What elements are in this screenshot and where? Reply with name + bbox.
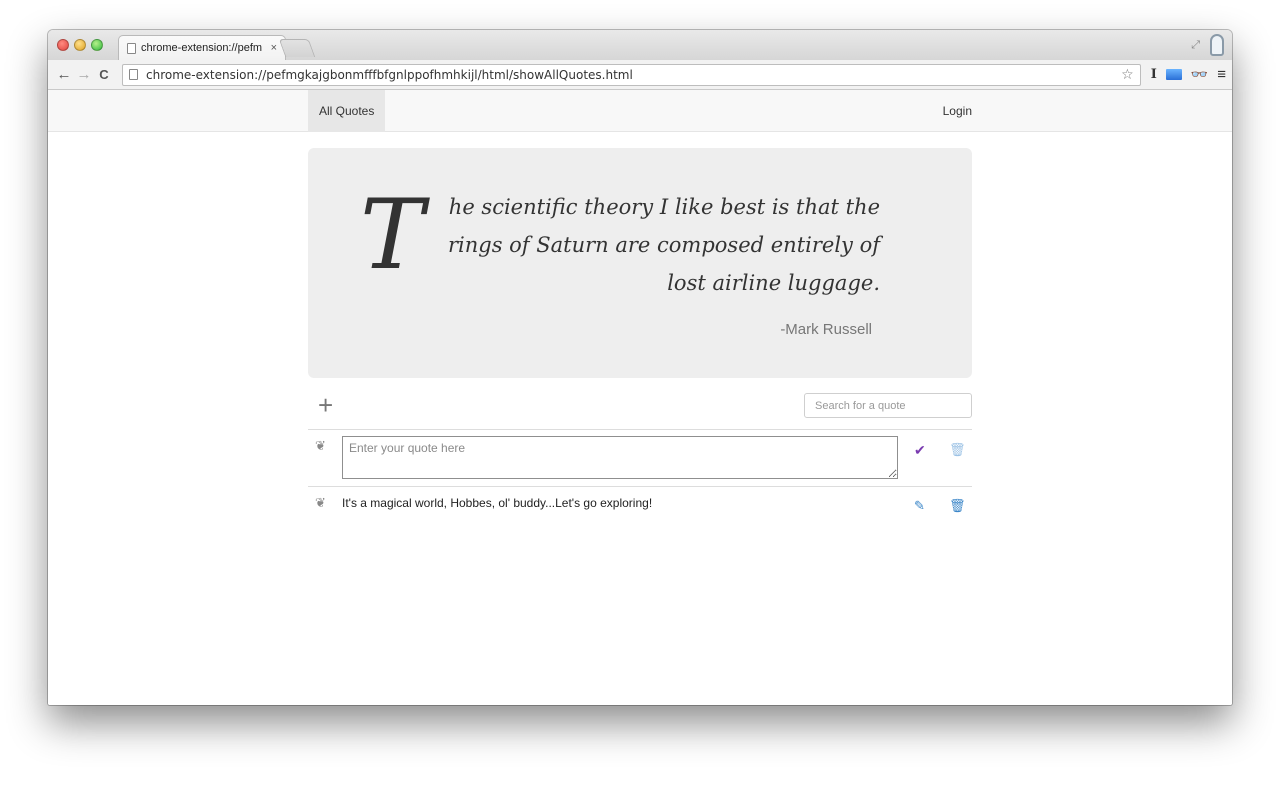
close-window-button[interactable]: [57, 39, 69, 51]
delete-trash-icon[interactable]: 🗑: [949, 498, 966, 514]
fullscreen-icon[interactable]: ⤢: [1191, 39, 1200, 52]
nav-login[interactable]: Login: [943, 90, 972, 132]
glasses-icon[interactable]: 👓: [1191, 66, 1208, 83]
new-quote-row: ❦ ✔ 🗑: [308, 430, 972, 487]
forward-icon[interactable]: →: [74, 66, 94, 83]
bookmark-star-icon[interactable]: ☆: [1121, 67, 1134, 83]
page-content: All Quotes Login The scientific theory I…: [48, 90, 1232, 705]
page-icon: [129, 69, 138, 80]
tab-title: chrome-extension://pefm: [141, 42, 263, 54]
quote-actions: +: [308, 390, 972, 430]
leaf-icon: ❦: [315, 438, 326, 453]
window-controls: [57, 39, 103, 51]
tab-close-icon[interactable]: ×: [271, 42, 277, 54]
browser-tab[interactable]: chrome-extension://pefm ×: [118, 35, 286, 60]
address-bar[interactable]: chrome-extension://pefmgkajgbonmfffbfgnl…: [122, 63, 1141, 86]
quote-body: he scientific theory I like best is that…: [447, 195, 880, 295]
add-quote-icon[interactable]: +: [318, 392, 333, 418]
reload-icon[interactable]: C: [94, 67, 114, 82]
minimize-window-button[interactable]: [74, 39, 86, 51]
nav-all-quotes[interactable]: All Quotes: [308, 90, 386, 132]
quote-author: -Mark Russell: [780, 321, 872, 338]
extension-icons: I 👓 ≡: [1151, 66, 1226, 83]
discard-trash-icon[interactable]: 🗑: [949, 442, 966, 458]
browser-window: chrome-extension://pefm × ⤢ ← → C chrome…: [48, 30, 1232, 705]
navbar: All Quotes Login: [48, 90, 1232, 132]
featured-quote: The scientific theory I like best is tha…: [308, 148, 972, 378]
featured-quote-text: The scientific theory I like best is tha…: [360, 179, 880, 302]
navbar-inner: All Quotes Login: [308, 90, 972, 132]
browser-toolbar: ← → C chrome-extension://pefmgkajgbonmff…: [48, 60, 1232, 90]
save-check-icon[interactable]: ✔: [914, 442, 926, 459]
user-profile-icon[interactable]: [1210, 34, 1224, 56]
quote-item-text: It's a magical world, Hobbes, ol' buddy.…: [342, 496, 653, 510]
quote-textarea[interactable]: [342, 436, 898, 479]
list-item: ❦ It's a magical world, Hobbes, ol' budd…: [308, 487, 972, 523]
instapaper-icon[interactable]: I: [1151, 67, 1157, 82]
title-bar: chrome-extension://pefm × ⤢: [48, 30, 1232, 60]
search-input[interactable]: [804, 393, 972, 418]
quote-dropcap: T: [360, 179, 425, 291]
zoom-window-button[interactable]: [91, 39, 103, 51]
page-icon: [127, 42, 136, 54]
menu-icon[interactable]: ≡: [1217, 66, 1226, 83]
leaf-icon: ❦: [315, 495, 326, 510]
url-text[interactable]: chrome-extension://pefmgkajgbonmfffbfgnl…: [146, 68, 1121, 82]
edit-pencil-icon[interactable]: ✎: [914, 498, 925, 514]
back-icon[interactable]: ←: [54, 66, 74, 83]
cast-icon[interactable]: [1165, 69, 1182, 80]
titlebar-right: ⤢: [1191, 34, 1224, 56]
new-tab-button[interactable]: [278, 39, 316, 57]
